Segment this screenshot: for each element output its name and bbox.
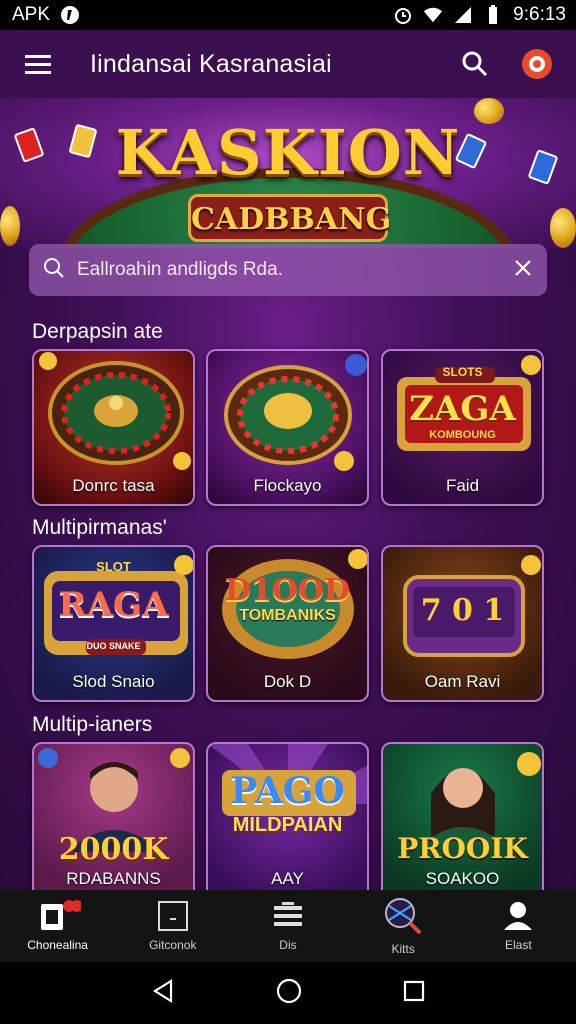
battery-icon	[483, 5, 503, 25]
nav-item-profile[interactable]: Elast	[468, 900, 568, 952]
game-tile[interactable]: SLOT RAGA DUO SNAKE Slod Snaio	[32, 545, 195, 702]
tile-label: Faid	[445, 476, 480, 495]
tile-art-title: PAGO	[230, 770, 345, 812]
tile-art-subtitle: KOMBOUNG	[429, 429, 496, 441]
nav-item-home[interactable]: Chonealina	[8, 900, 108, 952]
bottom-navigation: Chonealina Gitconok Dis Kitts Elast	[0, 890, 576, 962]
system-navigation-bar	[0, 962, 576, 1024]
tile-label: Flockayo	[253, 476, 322, 495]
game-tile[interactable]: Donrc tasa	[32, 349, 195, 506]
tile-label: Oam Ravi	[424, 672, 501, 691]
tile-art-title: 2000K	[58, 832, 169, 867]
menu-icon[interactable]	[22, 47, 56, 81]
carrier-label: APK	[12, 4, 51, 25]
nav-label: Kitts	[391, 942, 415, 956]
tile-label: RDABANNS	[66, 869, 161, 888]
search-icon[interactable]	[458, 47, 492, 81]
tile-label: Donrc tasa	[72, 476, 155, 495]
tile-art-title: D1OOD	[224, 573, 351, 608]
signal-icon	[453, 5, 473, 25]
tile-art-subtitle: MILDPAIAN	[232, 814, 343, 836]
tile-label: Slod Snaio	[72, 672, 155, 691]
tile-art-top: SLOT	[96, 559, 131, 574]
profile-icon	[504, 902, 533, 930]
nav-item-dis[interactable]: Dis	[238, 900, 338, 952]
status-bar: APK 9:6:13	[0, 0, 576, 30]
tile-art-title: RAGA	[58, 585, 169, 625]
nav-label: Dis	[279, 938, 297, 952]
search-field[interactable]: Eallroahin andligds Rda.	[29, 244, 547, 296]
search-globe-icon	[385, 898, 422, 935]
casino-home-icon	[40, 900, 81, 930]
main-content: KASKION CADBBANG Eallroahin andligds Rda…	[0, 98, 576, 890]
nav-item-kitts[interactable]: Kitts	[353, 896, 453, 956]
clock: 9:6:13	[513, 4, 566, 25]
tile-art-subtitle: TOMBANIKS	[239, 607, 336, 624]
section-title: Derpapsin ate	[32, 320, 163, 343]
game-tile[interactable]: PROOIK SOAKOO	[381, 742, 544, 890]
search-icon	[43, 257, 65, 284]
game-tile[interactable]: SLOTS ZAGA KOMBOUNG Faid	[381, 349, 544, 506]
home-icon[interactable]	[276, 978, 302, 1009]
tile-art-top: SLOTS	[442, 365, 483, 379]
banner-subtitle: CADBBANG	[188, 194, 391, 242]
tile-art-title: 7 0 1	[420, 593, 505, 628]
game-tile[interactable]: 7 0 1 Oam Ravi	[381, 545, 544, 702]
nav-label: Gitconok	[149, 938, 197, 952]
hero-banner[interactable]: KASKION CADBBANG	[0, 98, 576, 248]
tile-label: Dok D	[263, 672, 312, 691]
tile-art-subtitle: DUO SNAKE	[86, 641, 141, 651]
game-tile[interactable]: Flockayo	[206, 349, 369, 506]
coin-decoration	[0, 206, 20, 246]
stack-icon	[273, 902, 302, 926]
coin-decoration	[550, 208, 576, 248]
game-tile[interactable]: PAGO MILDPAIAN AAY	[206, 742, 369, 890]
nav-label: Chonealina	[27, 938, 88, 952]
banner-title: KASKION	[115, 116, 461, 189]
app-bar: Iindansai Kasranasiai	[0, 30, 576, 98]
nav-item-slots[interactable]: Gitconok	[123, 900, 223, 952]
back-icon[interactable]	[151, 978, 175, 1008]
alarm-icon	[393, 5, 413, 25]
wifi-icon	[423, 5, 443, 25]
tile-art-title: ZAGA	[409, 389, 516, 429]
tile-label: AAY	[271, 869, 304, 888]
chip-logo-icon[interactable]	[520, 47, 554, 81]
nav-label: Elast	[505, 938, 532, 952]
search-input[interactable]: Eallroahin andligds Rda.	[77, 259, 501, 281]
app-title: Iindansai Kasranasiai	[90, 49, 332, 78]
game-tile[interactable]: D1OOD TOMBANIKS Dok D	[206, 545, 369, 702]
clear-icon[interactable]	[513, 258, 533, 283]
notification-icon	[60, 5, 80, 25]
section-title: Multip-ianers	[32, 713, 153, 736]
tile-art-title: PROOIK	[397, 832, 528, 865]
recents-icon[interactable]	[403, 980, 425, 1007]
slot-box-icon	[157, 901, 188, 931]
tile-label: SOAKOO	[425, 869, 500, 888]
game-tile[interactable]: 2000K RDABANNS	[32, 742, 195, 890]
section-title: Multipirmanas'	[32, 516, 167, 539]
